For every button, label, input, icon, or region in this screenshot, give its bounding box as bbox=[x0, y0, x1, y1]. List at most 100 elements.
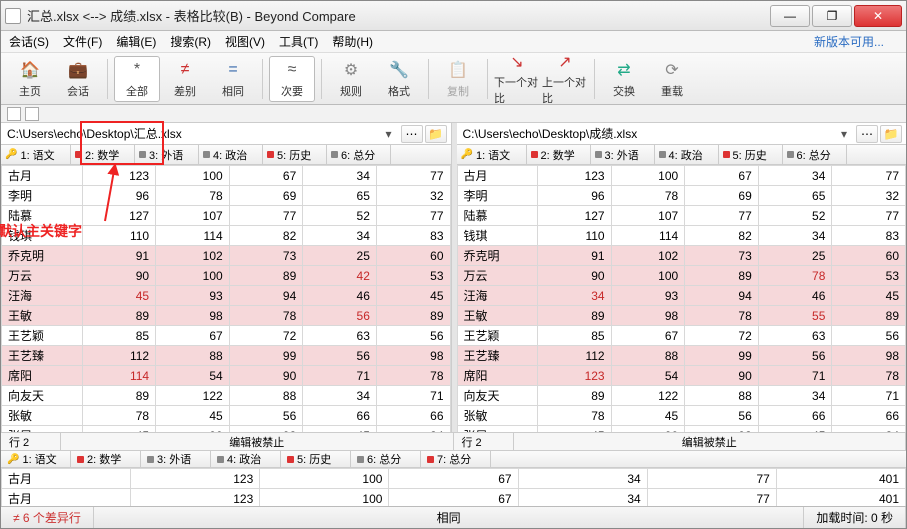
col-header-5[interactable]: 5: 历史 bbox=[263, 145, 327, 164]
table-row[interactable]: 乔克明91102732560 bbox=[457, 246, 906, 266]
tool-次要[interactable]: ≈次要 bbox=[269, 56, 315, 102]
toolbar-separator bbox=[487, 59, 488, 99]
tool-差别[interactable]: ≠差别 bbox=[162, 56, 208, 102]
col-header-1[interactable]: 🔑1: 语文 bbox=[1, 145, 71, 164]
tool-label: 格式 bbox=[388, 83, 410, 99]
bottom-col-1[interactable]: 🔑1: 语文 bbox=[1, 451, 71, 467]
data-cell: 94 bbox=[685, 286, 759, 306]
data-cell: 110 bbox=[82, 226, 156, 246]
table-row[interactable]: 张敏7845566666 bbox=[2, 406, 451, 426]
col-header-5[interactable]: 5: 历史 bbox=[719, 145, 783, 164]
table-row[interactable]: 张敏7845566666 bbox=[457, 406, 906, 426]
table-row[interactable]: 陆慕127107775277 bbox=[457, 206, 906, 226]
table-row[interactable]: 李明9678696532 bbox=[457, 186, 906, 206]
col-header-2[interactable]: 2: 数学 bbox=[527, 145, 591, 164]
table-row[interactable]: 钱琪110114823483 bbox=[457, 226, 906, 246]
browse-button[interactable]: ⋯ bbox=[401, 125, 423, 143]
data-cell: 73 bbox=[685, 246, 759, 266]
tool-全部[interactable]: *全部 bbox=[114, 56, 160, 102]
data-cell: 77 bbox=[832, 206, 906, 226]
open-folder-button[interactable]: 📁 bbox=[425, 125, 447, 143]
col-header-6[interactable]: 6: 总分 bbox=[327, 145, 391, 164]
sheet-icon[interactable] bbox=[25, 107, 39, 121]
table-row[interactable]: 古月123100673477 bbox=[457, 166, 906, 186]
menu-工具(T)[interactable]: 工具(T) bbox=[279, 33, 318, 50]
table-row[interactable]: 向友天89122883471 bbox=[2, 386, 451, 406]
menu-帮助(H)[interactable]: 帮助(H) bbox=[332, 33, 373, 50]
table-row[interactable]: 王敏8998785589 bbox=[457, 306, 906, 326]
tool-下一个对比[interactable]: ↘下一个对比 bbox=[494, 56, 540, 102]
table-row[interactable]: 李明9678696532 bbox=[2, 186, 451, 206]
table-row[interactable]: 席阳12354907178 bbox=[457, 366, 906, 386]
new-version-link[interactable]: 新版本可用... bbox=[814, 33, 884, 50]
table-row[interactable]: 张晟4590934534 bbox=[457, 426, 906, 433]
col-header-3[interactable]: 3: 外语 bbox=[591, 145, 655, 164]
menu-文件(F)[interactable]: 文件(F) bbox=[63, 33, 102, 50]
data-cell: 45 bbox=[758, 426, 832, 433]
browse-button[interactable]: ⋯ bbox=[856, 125, 878, 143]
name-cell: 古月 bbox=[2, 489, 131, 507]
table-row[interactable]: 汪海4593944645 bbox=[2, 286, 451, 306]
table-row[interactable]: 汪海3493944645 bbox=[457, 286, 906, 306]
menu-搜索(R)[interactable]: 搜索(R) bbox=[170, 33, 211, 50]
table-row[interactable]: 向友天89122883471 bbox=[457, 386, 906, 406]
path-dropdown-icon[interactable]: ▾ bbox=[381, 127, 397, 141]
name-cell: 向友天 bbox=[2, 386, 83, 406]
right-grid[interactable]: 古月123100673477李明9678696532陆慕127107775277… bbox=[457, 165, 907, 432]
path-dropdown-icon[interactable]: ▾ bbox=[836, 127, 852, 141]
table-row[interactable]: 古月123100673477401 bbox=[2, 489, 906, 507]
tool-主页[interactable]: 🏠主页 bbox=[7, 56, 53, 102]
tool-上一个对比[interactable]: ↗上一个对比 bbox=[542, 56, 588, 102]
filter-icon[interactable] bbox=[7, 107, 21, 121]
tool-相同[interactable]: =相同 bbox=[210, 56, 256, 102]
menu-编辑(E)[interactable]: 编辑(E) bbox=[116, 33, 156, 50]
bottom-col-7[interactable]: 7: 总分 bbox=[421, 451, 491, 467]
table-row[interactable]: 古月123100673477 bbox=[2, 166, 451, 186]
table-row[interactable]: 王艺臻11288995698 bbox=[457, 346, 906, 366]
menu-视图(V)[interactable]: 视图(V) bbox=[225, 33, 265, 50]
table-row[interactable]: 王艺颖8567726356 bbox=[2, 326, 451, 346]
col-header-4[interactable]: 4: 政治 bbox=[199, 145, 263, 164]
bottom-col-3[interactable]: 3: 外语 bbox=[141, 451, 211, 467]
table-row[interactable]: 王艺颖8567726356 bbox=[457, 326, 906, 346]
data-cell: 90 bbox=[82, 266, 156, 286]
data-cell: 34 bbox=[832, 426, 906, 433]
menu-会话(S)[interactable]: 会话(S) bbox=[9, 33, 49, 50]
bottom-col-6[interactable]: 6: 总分 bbox=[351, 451, 421, 467]
tool-格式[interactable]: 🔧格式 bbox=[376, 56, 422, 102]
table-row[interactable]: 陆慕127107775277 bbox=[2, 206, 451, 226]
table-row[interactable]: 乔克明91102732560 bbox=[2, 246, 451, 266]
tool-会话[interactable]: 💼会话 bbox=[55, 56, 101, 102]
data-cell: 25 bbox=[758, 246, 832, 266]
data-cell: 77 bbox=[685, 206, 759, 226]
bottom-col-2[interactable]: 2: 数学 bbox=[71, 451, 141, 467]
table-row[interactable]: 张晟4590934534 bbox=[2, 426, 451, 433]
right-path-input[interactable] bbox=[457, 125, 837, 143]
table-row[interactable]: 席阳11454907178 bbox=[2, 366, 451, 386]
tool-重载[interactable]: ⟳重载 bbox=[649, 56, 695, 102]
tool-交换[interactable]: ⇄交换 bbox=[601, 56, 647, 102]
col-header-2[interactable]: 2: 数学 bbox=[71, 145, 135, 164]
tool-规则[interactable]: ⚙规则 bbox=[328, 56, 374, 102]
data-cell: 66 bbox=[832, 406, 906, 426]
marker-icon bbox=[287, 456, 294, 463]
maximize-button[interactable]: ❐ bbox=[812, 5, 852, 27]
table-row[interactable]: 钱琪110114823483 bbox=[2, 226, 451, 246]
left-grid[interactable]: 古月123100673477李明9678696532陆慕127107775277… bbox=[1, 165, 451, 432]
table-row[interactable]: 古月123100673477401 bbox=[2, 469, 906, 489]
table-row[interactable]: 王艺臻11288995698 bbox=[2, 346, 451, 366]
marker-icon bbox=[595, 151, 602, 158]
table-row[interactable]: 万云90100897853 bbox=[457, 266, 906, 286]
table-row[interactable]: 王敏8998785689 bbox=[2, 306, 451, 326]
col-header-3[interactable]: 3: 外语 bbox=[135, 145, 199, 164]
minimize-button[interactable]: — bbox=[770, 5, 810, 27]
left-path-input[interactable] bbox=[1, 125, 381, 143]
col-header-6[interactable]: 6: 总分 bbox=[783, 145, 847, 164]
bottom-col-4[interactable]: 4: 政治 bbox=[211, 451, 281, 467]
bottom-col-5[interactable]: 5: 历史 bbox=[281, 451, 351, 467]
close-button[interactable]: ✕ bbox=[854, 5, 902, 27]
col-header-1[interactable]: 🔑1: 语文 bbox=[457, 145, 527, 164]
open-folder-button[interactable]: 📁 bbox=[880, 125, 902, 143]
col-header-4[interactable]: 4: 政治 bbox=[655, 145, 719, 164]
table-row[interactable]: 万云90100894253 bbox=[2, 266, 451, 286]
